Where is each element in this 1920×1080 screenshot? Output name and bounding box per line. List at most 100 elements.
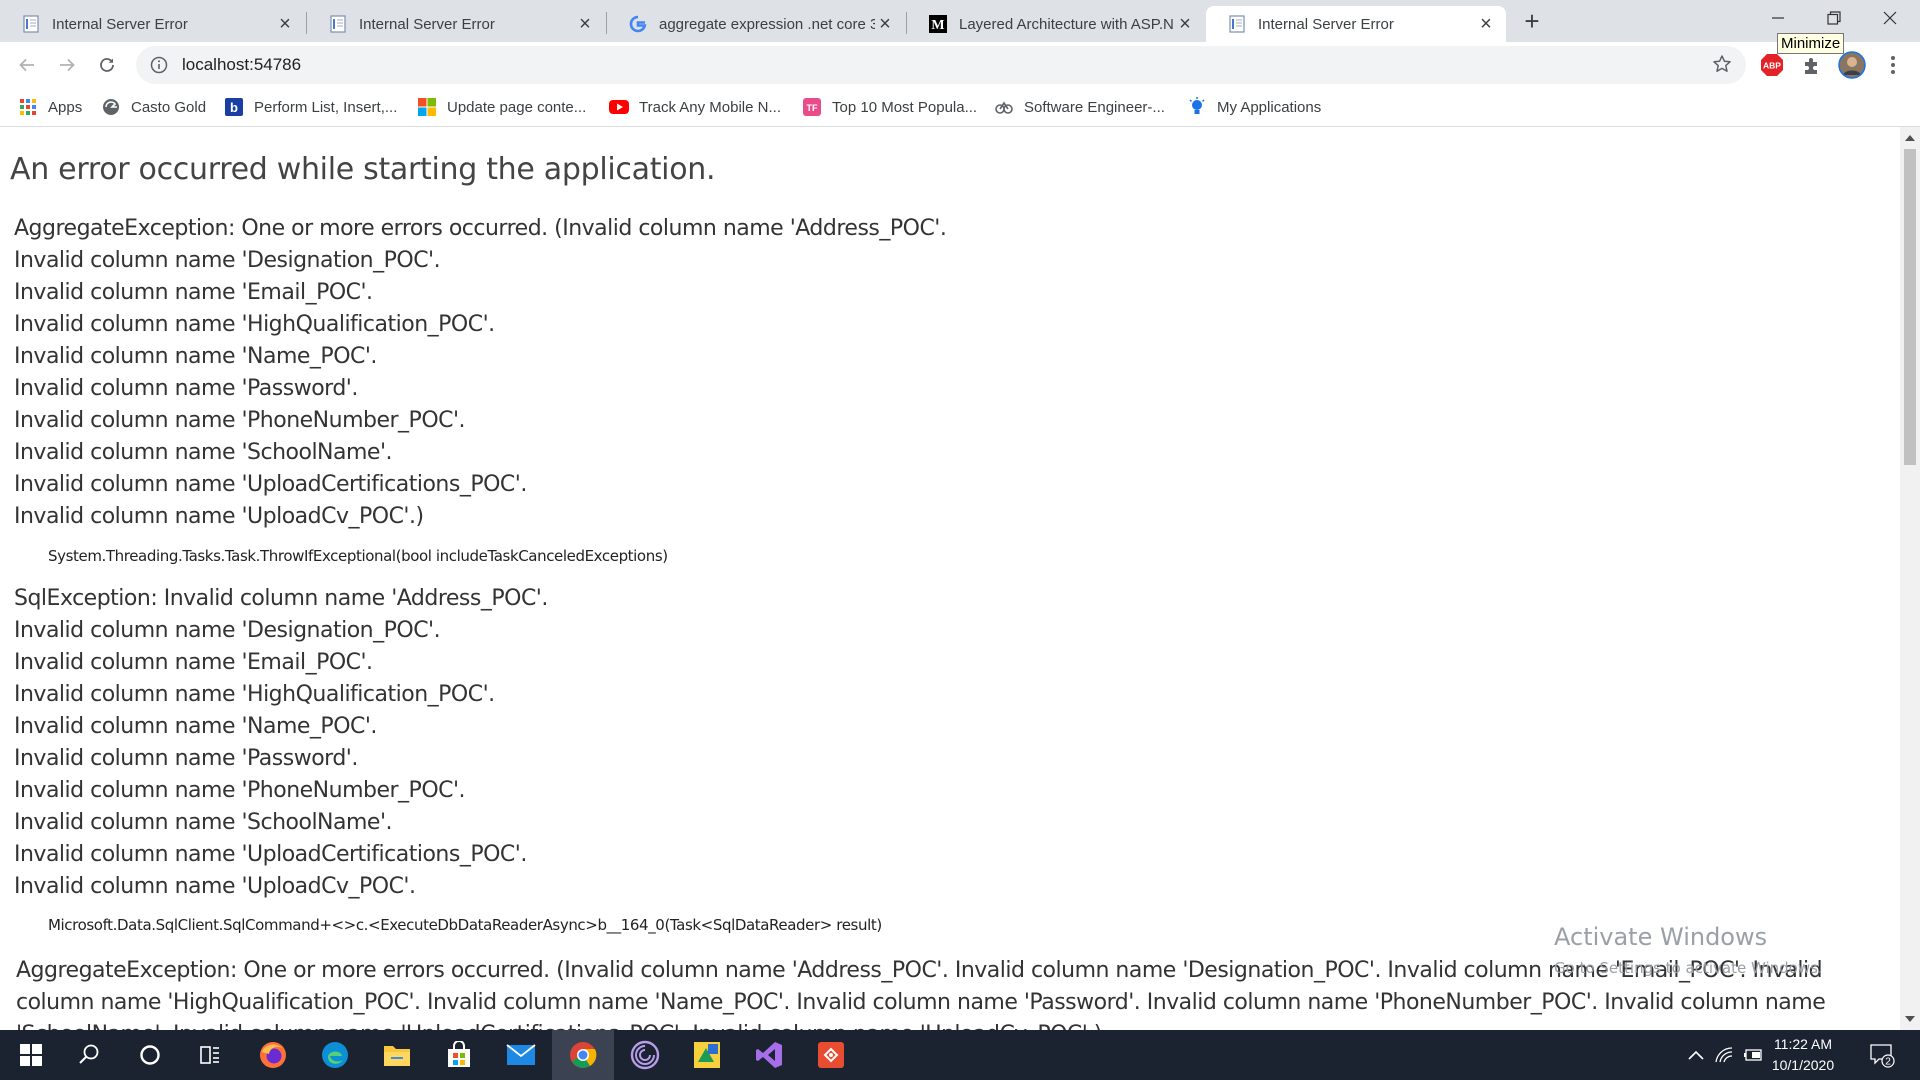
bookmark-top-10[interactable]: TF Top 10 Most Popula...: [802, 94, 977, 120]
scroll-up-arrow-icon[interactable]: [1905, 135, 1915, 141]
bookmark-track-mobile[interactable]: Track Any Mobile N...: [609, 94, 781, 120]
extensions-button[interactable]: [1797, 50, 1827, 80]
reload-button[interactable]: [92, 50, 122, 80]
close-icon[interactable]: ×: [575, 14, 595, 34]
edge-icon: [322, 1042, 348, 1068]
close-icon[interactable]: ×: [275, 14, 295, 34]
search-icon: [79, 1044, 99, 1064]
info-icon[interactable]: [148, 54, 170, 76]
taskbar-mail[interactable]: [490, 1030, 552, 1080]
error-line: Invalid column name 'UploadCertification…: [14, 842, 527, 867]
taskbar-chrome[interactable]: [552, 1030, 614, 1080]
close-icon[interactable]: ×: [875, 14, 895, 34]
vertical-scrollbar[interactable]: [1900, 127, 1920, 1030]
chevron-up-icon: [1688, 1050, 1704, 1060]
restore-button[interactable]: [1806, 0, 1862, 36]
chrome-menu-button[interactable]: [1878, 50, 1908, 80]
taskbar-firefox[interactable]: [242, 1030, 304, 1080]
error-line: Invalid column name 'SchoolName'.: [14, 810, 393, 835]
taskbar-app-yellow[interactable]: [676, 1030, 738, 1080]
error-line: Invalid column name 'HighQualification_P…: [14, 682, 495, 707]
cortana-button[interactable]: [119, 1030, 181, 1080]
close-icon[interactable]: ×: [1476, 14, 1496, 34]
scrollbar-thumb[interactable]: [1904, 149, 1916, 465]
battery-icon: [1744, 1049, 1762, 1061]
tab-internal-server-error-2[interactable]: Internal Server Error ×: [307, 6, 605, 42]
engineer-icon: [994, 97, 1014, 117]
tab-strip: Internal Server Error × Internal Server …: [0, 0, 1920, 42]
tab-title: aggregate expression .net core 3: [659, 15, 875, 33]
bookmark-label: Track Any Mobile N...: [639, 98, 781, 116]
puzzle-piece-icon: [1805, 58, 1817, 74]
page-icon: [329, 15, 347, 33]
tab-internal-server-error-1[interactable]: Internal Server Error ×: [0, 6, 305, 42]
profile-avatar[interactable]: [1837, 50, 1867, 80]
page-icon: [1228, 15, 1246, 33]
address-bar[interactable]: localhost:54786: [136, 46, 1746, 84]
forward-arrow-icon: [60, 58, 75, 72]
error-line: Invalid column name 'PhoneNumber_POC'.: [14, 778, 466, 803]
firefox-icon: [260, 1042, 286, 1068]
error-line: SqlException: Invalid column name 'Addre…: [14, 586, 548, 611]
medium-icon: M: [929, 15, 947, 33]
tab-internal-server-error-active[interactable]: Internal Server Error ×: [1206, 6, 1506, 42]
bookmark-update-page[interactable]: Update page conte...: [417, 94, 586, 120]
tab-layered-architecture[interactable]: M Layered Architecture with ASP.NE ×: [907, 6, 1205, 42]
error-line: Invalid column name 'UploadCv_POC'.): [14, 504, 424, 529]
bulb-icon: [1187, 97, 1207, 117]
casto-gold-icon: [101, 97, 121, 117]
clock-time: 11:22 AM: [1773, 1036, 1833, 1052]
cortana-circle-icon: [140, 1045, 160, 1065]
error-line: Invalid column name 'UploadCertification…: [14, 472, 527, 497]
stack-frame-link[interactable]: Microsoft.Data.SqlClient.SqlCommand+<>c.…: [48, 916, 882, 934]
folder-icon: [384, 1046, 410, 1066]
tab-title: Internal Server Error: [359, 15, 495, 33]
close-icon[interactable]: ×: [1175, 14, 1195, 34]
taskbar-store[interactable]: [428, 1030, 490, 1080]
minimize-tooltip: Minimize: [1777, 33, 1845, 54]
url-text[interactable]: localhost:54786: [182, 55, 301, 75]
scroll-down-arrow-icon[interactable]: [1905, 1016, 1915, 1022]
taskbar-tor[interactable]: [614, 1030, 676, 1080]
bookmark-perform-list[interactable]: b Perform List, Insert,...: [224, 94, 397, 120]
stack-frame-link[interactable]: System.Threading.Tasks.Task.ThrowIfExcep…: [48, 547, 668, 565]
show-hidden-icons-button[interactable]: [1682, 1030, 1710, 1080]
error-line: Invalid column name 'Password'.: [14, 376, 358, 401]
taskbar-file-explorer[interactable]: [366, 1030, 428, 1080]
start-button[interactable]: [0, 1030, 62, 1080]
bookmark-star-icon[interactable]: [1712, 54, 1732, 79]
network-button[interactable]: [1712, 1030, 1738, 1080]
bookmark-my-applications[interactable]: My Applications: [1187, 94, 1321, 120]
activate-windows-subtitle: Go to Settings to activate Windows.: [1554, 959, 1823, 977]
bookmark-casto-gold[interactable]: Casto Gold: [101, 94, 206, 120]
error-message-block-2: SqlException: Invalid column name 'Addre…: [14, 583, 548, 903]
page-title: An error occurred while starting the app…: [10, 152, 716, 187]
forward-button[interactable]: [52, 50, 82, 80]
minimize-button[interactable]: [1750, 0, 1806, 36]
search-button[interactable]: [58, 1030, 120, 1080]
restore-icon: [1827, 11, 1841, 25]
tab-google-search[interactable]: aggregate expression .net core 3 ×: [607, 6, 905, 42]
tab-title: Layered Architecture with ASP.NE: [959, 15, 1175, 33]
taskbar-visual-studio[interactable]: [738, 1030, 800, 1080]
taskbar-edge[interactable]: [304, 1030, 366, 1080]
taskbar-clock[interactable]: 11:22 AM 10/1/2020: [1766, 1034, 1840, 1076]
error-line: Invalid column name 'SchoolName'.: [14, 440, 393, 465]
error-line: Invalid column name 'PhoneNumber_POC'.: [14, 408, 466, 433]
taskbar-git[interactable]: [800, 1030, 862, 1080]
new-tab-button[interactable]: +: [1518, 8, 1546, 36]
apps-grid-icon: [18, 97, 38, 117]
adblock-plus-extension[interactable]: ABP: [1757, 50, 1787, 80]
task-view-button[interactable]: [179, 1030, 241, 1080]
bookmark-label: Apps: [48, 98, 83, 116]
bookmark-software-engineer[interactable]: Software Engineer-...: [994, 94, 1165, 120]
error-line: Invalid column name 'HighQualification_P…: [14, 312, 495, 337]
action-center-button[interactable]: 2: [1862, 1030, 1902, 1080]
back-button[interactable]: [12, 50, 42, 80]
clock-date: 10/1/2020: [1771, 1057, 1835, 1073]
close-window-button[interactable]: [1862, 0, 1918, 36]
error-line: Invalid column name 'Email_POC'.: [14, 650, 373, 675]
error-message-block-1: AggregateException: One or more errors o…: [14, 213, 947, 533]
bookmark-apps[interactable]: Apps: [18, 94, 82, 120]
battery-button[interactable]: [1740, 1030, 1766, 1080]
